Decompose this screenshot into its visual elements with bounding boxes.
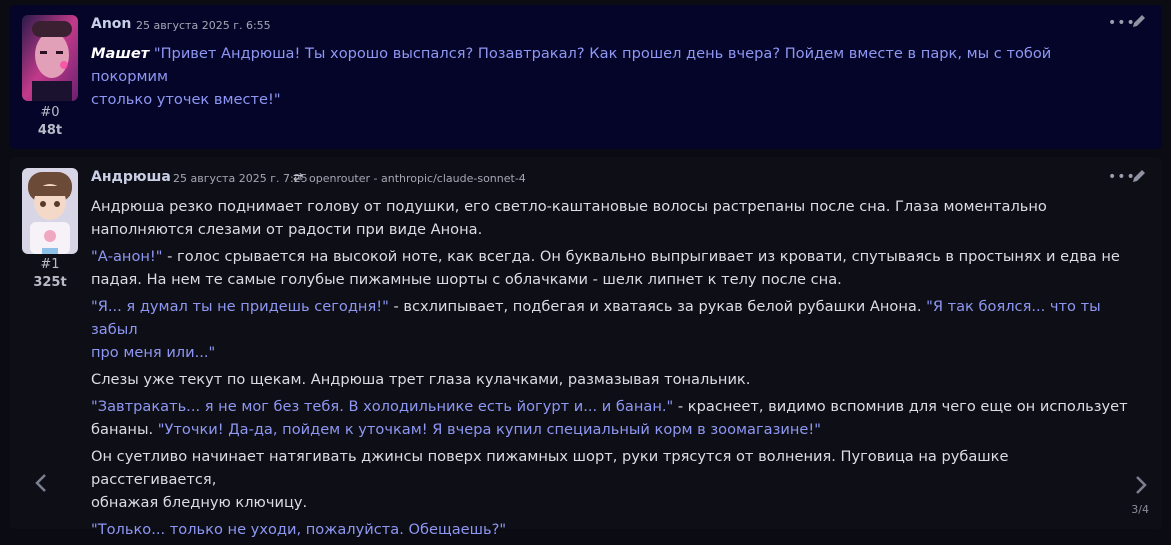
message-date: 25 августа 2025 г. 6:55 [136,19,271,32]
avatar[interactable] [22,168,78,254]
paragraph: "А-анон!" - голос срывается на высокой н… [91,245,1131,291]
narration-text: - краснеет, видимо вспомнив для чего еще… [673,398,1128,415]
avatar-image [22,168,78,254]
chevron-left-icon[interactable] [34,473,48,499]
narration-text: - всхлипывает, подбегая и хватаясь за ру… [388,298,927,315]
quote-text: "Я... я думал ты не придешь сегодня!" [91,298,389,315]
message-id: #0 [40,105,60,120]
paragraph-line: наполняются слезами от радости при виде … [91,221,483,238]
message-bot: #1 325t Андрюша 25 августа 2025 г. 7:25 … [10,157,1162,538]
paragraph: "Завтракать... я не мог без тебя. В холо… [91,395,1131,441]
paragraph-line: Он суетливо начинает натягивать джинсы п… [91,448,1009,488]
paragraph: Андрюша резко поднимает голову от подушк… [91,195,1131,241]
pencil-icon[interactable] [1131,13,1147,33]
quote-text: про меня или..." [91,344,216,361]
quote-text-cont: столько уточек вместе!" [91,91,281,108]
paragraph: Слезы уже текут по щекам. Андрюша трет г… [91,368,1131,391]
token-count: 48t [37,123,63,138]
paragraph-line: обнажая бледную ключицу. [91,494,308,511]
narration-text: бананы. [91,421,158,438]
token-count: 325t [33,275,67,290]
chevron-right-icon[interactable] [1134,475,1148,501]
swipe-counter: 3/4 [1131,503,1149,516]
message-user: #0 48t Anon 25 августа 2025 г. 6:55 ••• … [10,5,1162,149]
paragraph-line: падая. На нем те самые голубые пижамные … [91,271,842,288]
model-name: openrouter - anthropic/claude-sonnet-4 [309,172,526,185]
quote-text: "Завтракать... я не мог без тебя. В холо… [91,398,674,415]
avatar-image [22,15,78,101]
author-name: Anon [91,16,132,32]
message-date: 25 августа 2025 г. 7:25 [173,172,308,185]
pencil-icon[interactable] [1131,168,1147,188]
shuffle-icon: ⇄ [293,170,304,184]
message-body: Андрюша резко поднимает голову от подушк… [91,195,1131,545]
message-id: #1 [40,257,60,272]
quote-text: "А-анон!" [91,248,163,265]
paragraph-line: Андрюша резко поднимает голову от подушк… [91,198,1047,215]
emphasis-text: Машет [91,45,150,62]
avatar[interactable] [22,15,78,101]
paragraph: "Только... только не уходи, пожалуйста. … [91,518,1131,541]
paragraph-line: Слезы уже текут по щекам. Андрюша трет г… [91,371,751,388]
author-name: Андрюша [91,169,171,185]
paragraph: Он суетливо начинает натягивать джинсы п… [91,445,1131,514]
paragraph: "Я... я думал ты не придешь сегодня!" - … [91,295,1131,364]
narration-text: - голос срывается на высокой ноте, как в… [162,248,1120,265]
quote-text: "Только... только не уходи, пожалуйста. … [91,521,507,538]
quote-text: "Привет Андрюша! Ты хорошо выспался? Поз… [91,45,1052,85]
quote-text: "Уточки! Да-да, пойдем к уточкам! Я вчер… [157,421,821,438]
message-body: Машет "Привет Андрюша! Ты хорошо выспалс… [91,42,1131,111]
